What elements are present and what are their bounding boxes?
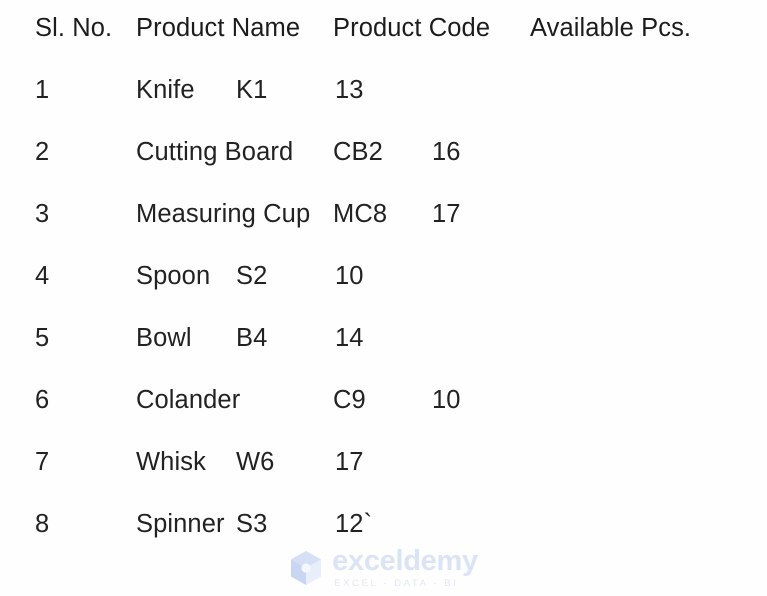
cell-sl-no: 6	[35, 386, 50, 414]
cell-product-code: CB2	[333, 138, 383, 166]
cell-sl-no: 5	[35, 324, 50, 352]
table-row: 7 Whisk W6 17	[0, 442, 767, 482]
cell-product-name: Colander	[136, 386, 241, 414]
table-header-row: Sl. No. Product Name Product Code Availa…	[0, 8, 767, 48]
table-row: 6 Colander C9 10	[0, 380, 767, 420]
cell-available-pcs: 13	[335, 76, 364, 104]
cell-available-pcs: 17	[432, 200, 461, 228]
cell-product-code: S3	[236, 510, 268, 538]
table-row: 5 Bowl B4 14	[0, 318, 767, 358]
cell-sl-no: 1	[35, 76, 50, 104]
cell-available-pcs: 10	[335, 262, 364, 290]
cell-available-pcs: 16	[432, 138, 461, 166]
cell-sl-no: 3	[35, 200, 50, 228]
table-row: 2 Cutting Board CB2 16	[0, 132, 767, 172]
table-row: 8 Spinner S3 12`	[0, 504, 767, 544]
cell-product-code: C9	[333, 386, 366, 414]
cell-product-name: Cutting Board	[136, 138, 294, 166]
cell-available-pcs: 17	[335, 448, 364, 476]
cell-product-code: S2	[236, 262, 268, 290]
cell-sl-no: 2	[35, 138, 50, 166]
watermark-text-group: exceldemy EXCEL - DATA - BI	[332, 547, 478, 589]
exceldemy-cube-logo-icon	[291, 551, 322, 585]
cell-product-code: K1	[236, 76, 268, 104]
product-inventory-sheet: Sl. No. Product Name Product Code Availa…	[0, 0, 767, 596]
cell-sl-no: 7	[35, 448, 50, 476]
cell-available-pcs: 10	[432, 386, 461, 414]
exceldemy-watermark: exceldemy EXCEL - DATA - BI	[0, 545, 767, 591]
cell-available-pcs: 12`	[335, 510, 373, 538]
cell-product-code: B4	[236, 324, 268, 352]
column-header-product-code: Product Code	[333, 14, 491, 42]
table-row: 3 Measuring Cup MC8 17	[0, 194, 767, 234]
cell-product-name: Whisk	[136, 448, 206, 476]
table-row: 1 Knife K1 13	[0, 70, 767, 110]
cell-available-pcs: 14	[335, 324, 364, 352]
cell-product-name: Knife	[136, 76, 195, 104]
column-header-sl-no: Sl. No.	[35, 14, 113, 42]
watermark-tagline: EXCEL - DATA - BI	[334, 578, 459, 590]
column-header-product-name: Product Name	[136, 14, 301, 42]
table-row: 4 Spoon S2 10	[0, 256, 767, 296]
cell-product-code: MC8	[333, 200, 388, 228]
cell-product-name: Spoon	[136, 262, 211, 290]
cell-sl-no: 4	[35, 262, 50, 290]
watermark-brand-name: exceldemy	[332, 545, 478, 578]
cell-product-name: Spinner	[136, 510, 225, 538]
column-header-available-pcs: Available Pcs.	[530, 14, 692, 42]
cell-product-name: Bowl	[136, 324, 192, 352]
cell-product-code: W6	[236, 448, 275, 476]
cell-product-name: Measuring Cup	[136, 200, 311, 228]
cell-sl-no: 8	[35, 510, 50, 538]
